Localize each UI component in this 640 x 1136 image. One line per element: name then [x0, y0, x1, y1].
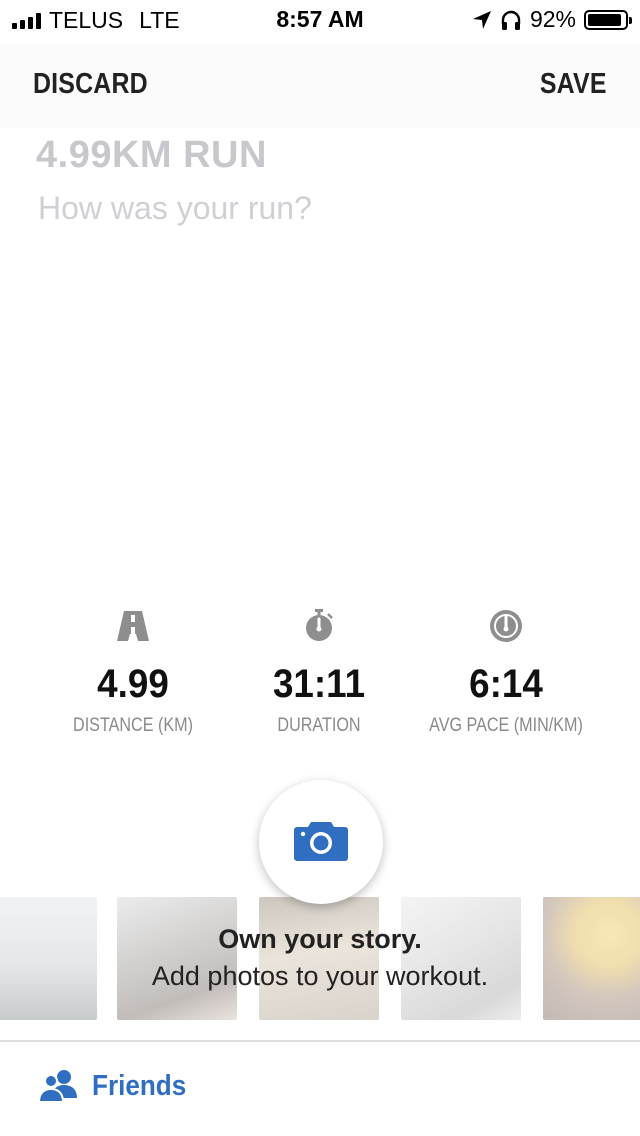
friends-icon [38, 1070, 77, 1103]
discard-button[interactable]: DISCARD [33, 68, 148, 101]
friends-button[interactable]: Friends [38, 1068, 197, 1104]
duration-label: DURATION [277, 715, 361, 736]
divider [0, 1040, 640, 1042]
stat-distance: 4.99 DISTANCE (KM) [33, 608, 233, 737]
photo-promo: Own your story. Add photos to your worko… [0, 924, 640, 992]
save-button[interactable]: SAVE [540, 68, 607, 101]
distance-label: DISTANCE (KM) [73, 715, 193, 736]
top-nav: DISCARD SAVE [0, 44, 640, 128]
friends-label: Friends [92, 1069, 187, 1102]
duration-value: 31:11 [272, 662, 366, 706]
workout-title[interactable]: 4.99KM RUN [36, 134, 267, 177]
battery-percent: 92% [529, 6, 576, 32]
location-arrow-icon [472, 10, 491, 29]
headphones-icon [501, 10, 521, 30]
status-bar: TELUS LTE 8:57 AM 92% [0, 0, 640, 40]
pace-label: AVG PACE (MIN/KM) [429, 715, 583, 736]
distance-value: 4.99 [97, 662, 169, 706]
status-right: 92% [472, 6, 632, 33]
speedometer-icon [490, 610, 522, 642]
battery-icon [584, 9, 632, 30]
notes-input[interactable] [38, 190, 598, 227]
promo-subheading: Add photos to your workout. [151, 961, 489, 991]
stat-duration: 31:11 DURATION [219, 608, 419, 737]
stopwatch-icon [306, 609, 333, 641]
road-icon [117, 611, 149, 641]
pace-value: 6:14 [469, 662, 543, 706]
stat-pace: 6:14 AVG PACE (MIN/KM) [406, 608, 606, 737]
promo-heading: Own your story. [218, 924, 422, 954]
add-photo-button[interactable] [259, 780, 383, 904]
camera-icon [294, 822, 348, 861]
